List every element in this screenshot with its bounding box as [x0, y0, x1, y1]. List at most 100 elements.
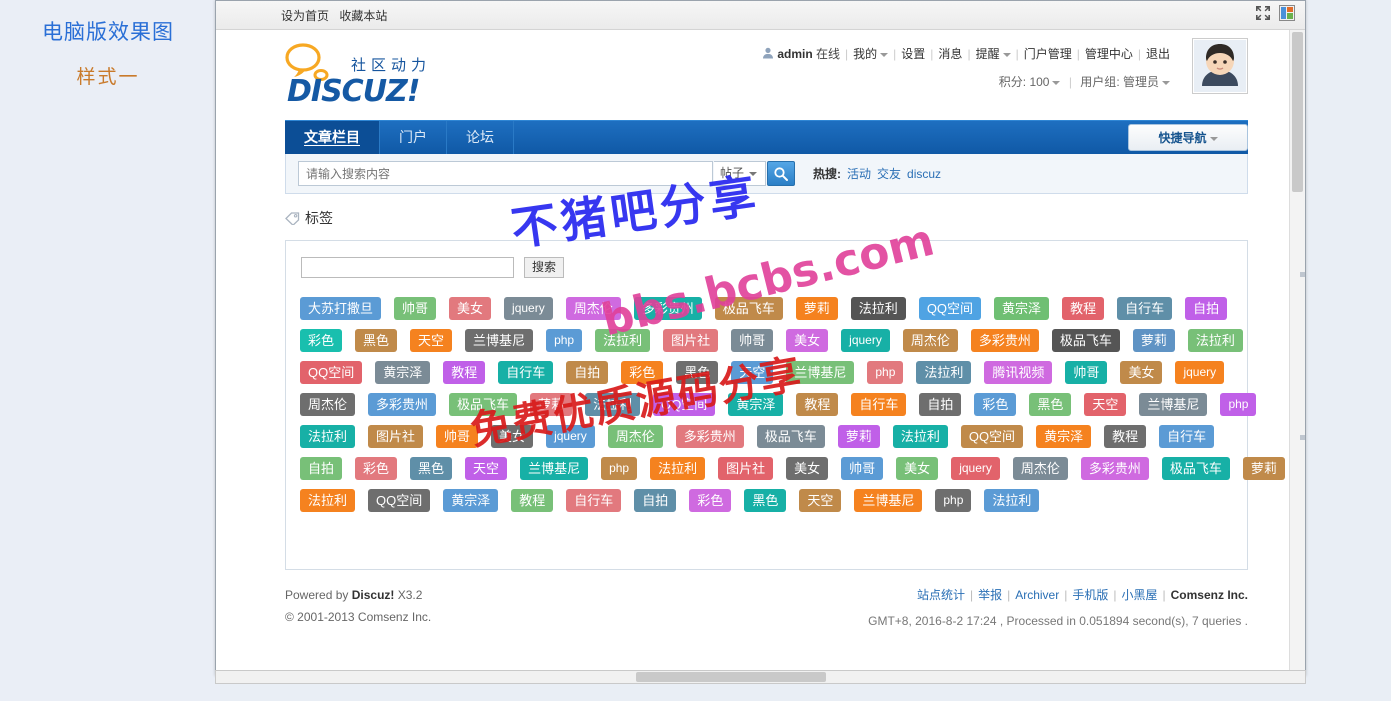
- footer-link-blackhouse[interactable]: 小黑屋: [1122, 588, 1158, 602]
- tag-item[interactable]: 自拍: [634, 489, 677, 512]
- tag-item[interactable]: php: [546, 329, 583, 352]
- tag-item[interactable]: 法拉利: [850, 297, 906, 320]
- tag-item[interactable]: 法拉利: [300, 489, 356, 512]
- tag-item[interactable]: 彩色: [689, 489, 732, 512]
- tag-item[interactable]: 极品飞车: [756, 425, 825, 448]
- tag-item[interactable]: 极品飞车: [1161, 457, 1230, 480]
- powered-brand[interactable]: Discuz!: [352, 588, 395, 602]
- search-type-select[interactable]: 帖子: [714, 161, 766, 186]
- tag-item[interactable]: 多彩贵州: [675, 425, 744, 448]
- tag-item[interactable]: 法拉利: [595, 329, 651, 352]
- tag-item[interactable]: 图片社: [663, 329, 719, 352]
- tag-item[interactable]: 法拉利: [300, 425, 356, 448]
- tab-forum[interactable]: 论坛: [447, 121, 514, 154]
- tag-item[interactable]: 兰博基尼: [465, 329, 534, 352]
- tag-item[interactable]: 天空: [731, 361, 774, 384]
- tag-item[interactable]: php: [601, 457, 638, 480]
- tag-item[interactable]: QQ空间: [368, 489, 431, 512]
- tag-item[interactable]: 帅哥: [394, 297, 437, 320]
- tag-item[interactable]: 多彩贵州: [368, 393, 437, 416]
- tag-item[interactable]: 自行车: [498, 361, 554, 384]
- tag-item[interactable]: 教程: [1104, 425, 1147, 448]
- tag-item[interactable]: 多彩贵州: [970, 329, 1039, 352]
- tag-item[interactable]: 萝莉: [1242, 457, 1285, 480]
- tag-item[interactable]: 法拉利: [1187, 329, 1243, 352]
- tab-portal[interactable]: 门户: [380, 121, 447, 154]
- tag-item[interactable]: 周杰伦: [300, 393, 356, 416]
- tag-item[interactable]: 彩色: [621, 361, 664, 384]
- tag-item[interactable]: 自拍: [919, 393, 962, 416]
- tag-item[interactable]: 自拍: [300, 457, 343, 480]
- hot-search-item-1[interactable]: 活动: [847, 167, 871, 181]
- tag-item[interactable]: 萝莉: [530, 393, 573, 416]
- tag-item[interactable]: 兰博基尼: [786, 361, 855, 384]
- vertical-scrollbar-thumb[interactable]: [1292, 32, 1303, 192]
- tag-item[interactable]: QQ空间: [918, 297, 982, 320]
- user-link-messages[interactable]: 消息: [938, 47, 962, 61]
- tag-item[interactable]: 法拉利: [916, 361, 972, 384]
- tab-articles[interactable]: 文章栏目: [285, 121, 380, 154]
- tag-item[interactable]: 教程: [511, 489, 554, 512]
- tag-item[interactable]: jquery: [841, 329, 890, 352]
- tag-item[interactable]: 周杰伦: [1012, 457, 1068, 480]
- tag-item[interactable]: 美女: [491, 425, 534, 448]
- hot-search-item-3[interactable]: discuz: [907, 167, 941, 181]
- tag-item[interactable]: jquery: [504, 297, 553, 320]
- set-homepage-link[interactable]: 设为首页: [281, 9, 329, 23]
- tag-item[interactable]: php: [935, 489, 972, 512]
- user-link-admin-center[interactable]: 管理中心: [1085, 47, 1133, 61]
- tag-item[interactable]: 美女: [786, 329, 829, 352]
- horizontal-scrollbar-thumb[interactable]: [636, 672, 826, 682]
- user-link-logout[interactable]: 退出: [1146, 47, 1170, 61]
- tag-item[interactable]: jquery: [1175, 361, 1225, 384]
- tag-item[interactable]: 极品飞车: [449, 393, 518, 416]
- tag-item[interactable]: 极品飞车: [714, 297, 783, 320]
- tag-item[interactable]: 教程: [443, 361, 486, 384]
- tag-search-button[interactable]: 搜索: [524, 257, 565, 278]
- tag-item[interactable]: 天空: [410, 329, 453, 352]
- expand-icon[interactable]: [1255, 5, 1271, 21]
- site-logo[interactable]: 社区动力 DISCUZ!: [285, 39, 535, 109]
- tag-item[interactable]: 美女: [449, 297, 492, 320]
- tag-item[interactable]: 萝莉: [1132, 329, 1175, 352]
- tag-item[interactable]: 自拍: [1185, 297, 1228, 320]
- tag-item[interactable]: 自行车: [851, 393, 907, 416]
- user-link-settings[interactable]: 设置: [901, 47, 925, 61]
- tag-item[interactable]: 帅哥: [731, 329, 774, 352]
- tag-item[interactable]: 黑色: [676, 361, 719, 384]
- tag-item[interactable]: 萝莉: [795, 297, 838, 320]
- tag-item[interactable]: 自拍: [566, 361, 609, 384]
- tag-item[interactable]: QQ空间: [300, 361, 363, 384]
- usergroup-text[interactable]: 用户组: 管理员: [1080, 75, 1159, 89]
- tag-item[interactable]: 黄宗泽: [994, 297, 1050, 320]
- credit-text[interactable]: 积分: 100: [999, 75, 1050, 89]
- theme-icon[interactable]: [1279, 5, 1295, 21]
- avatar[interactable]: [1192, 38, 1248, 94]
- tag-item[interactable]: 黄宗泽: [443, 489, 499, 512]
- tag-item[interactable]: 周杰伦: [607, 425, 663, 448]
- tag-item[interactable]: 美女: [786, 457, 829, 480]
- tag-item[interactable]: 腾讯视频: [984, 361, 1053, 384]
- tag-item[interactable]: 黄宗泽: [1036, 425, 1092, 448]
- tag-item[interactable]: 彩色: [300, 329, 343, 352]
- tag-item[interactable]: 天空: [799, 489, 842, 512]
- vertical-scrollbar[interactable]: [1289, 30, 1305, 675]
- tag-item[interactable]: QQ空间: [653, 393, 716, 416]
- tag-item[interactable]: 天空: [1084, 393, 1127, 416]
- footer-company[interactable]: Comsenz Inc.: [1171, 588, 1248, 602]
- tag-item[interactable]: 图片社: [718, 457, 774, 480]
- tag-item[interactable]: QQ空间: [960, 425, 1024, 448]
- tag-item[interactable]: 教程: [1062, 297, 1105, 320]
- tag-item[interactable]: 天空: [465, 457, 508, 480]
- tag-item[interactable]: 黄宗泽: [728, 393, 784, 416]
- tag-item[interactable]: jquery: [951, 457, 1000, 480]
- tag-item[interactable]: 图片社: [368, 425, 424, 448]
- tag-item[interactable]: 帅哥: [1065, 361, 1108, 384]
- tag-item[interactable]: 帅哥: [436, 425, 479, 448]
- tag-item[interactable]: php: [867, 361, 904, 384]
- user-link-portal-admin[interactable]: 门户管理: [1024, 47, 1072, 61]
- tag-item[interactable]: 周杰伦: [565, 297, 621, 320]
- footer-link-stats[interactable]: 站点统计: [917, 588, 965, 602]
- footer-link-report[interactable]: 举报: [978, 588, 1002, 602]
- bookmark-site-link[interactable]: 收藏本站: [339, 9, 387, 23]
